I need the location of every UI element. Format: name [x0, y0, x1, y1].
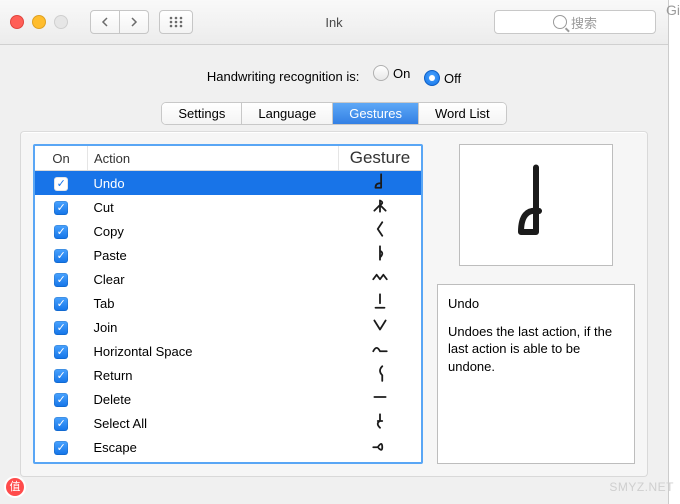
- checkbox[interactable]: ✓: [54, 441, 68, 455]
- gesture-glyph: [339, 339, 422, 363]
- gesture-glyph: [339, 411, 422, 435]
- table-row[interactable]: ✓ Delete: [35, 387, 421, 411]
- gesture-glyph: [339, 291, 422, 315]
- checkbox[interactable]: ✓: [54, 417, 68, 431]
- gesture-description: Undo Undoes the last action, if the last…: [437, 284, 635, 464]
- back-button[interactable]: [90, 10, 120, 34]
- radio-off[interactable]: Off: [424, 70, 461, 86]
- table-row[interactable]: ✓ Join: [35, 315, 421, 339]
- close-icon[interactable]: [10, 15, 24, 29]
- chevron-left-icon: [101, 17, 109, 27]
- table-row[interactable]: ✓ Clear: [35, 267, 421, 291]
- radio-on-label: On: [393, 66, 410, 81]
- gesture-glyph: [339, 219, 422, 243]
- action-label: Tab: [88, 291, 339, 315]
- chevron-right-icon: [130, 17, 138, 27]
- action-label: Delete: [88, 387, 339, 411]
- gesture-description-title: Undo: [448, 295, 624, 313]
- action-label: Join: [88, 315, 339, 339]
- checkbox[interactable]: ✓: [54, 225, 68, 239]
- radio-on[interactable]: On: [373, 65, 410, 81]
- tab-gestures[interactable]: Gestures: [333, 103, 419, 124]
- action-label: Return: [88, 363, 339, 387]
- gesture-glyph: [339, 363, 422, 387]
- table-row[interactable]: ✓ Escape: [35, 435, 421, 459]
- gesture-glyph: [339, 267, 422, 291]
- checkbox[interactable]: ✓: [54, 297, 68, 311]
- checkbox[interactable]: ✓: [54, 321, 68, 335]
- col-header-on[interactable]: On: [35, 146, 88, 171]
- gestures-table-wrap[interactable]: On Action Gesture ✓ Undo ✓ Cut ✓ Copy ✓ Paste ✓ C…: [33, 144, 423, 464]
- table-row[interactable]: ✓ Paste: [35, 243, 421, 267]
- action-label: Clear: [88, 267, 339, 291]
- col-header-gesture[interactable]: Gesture: [339, 146, 422, 171]
- radio-off-label: Off: [444, 71, 461, 86]
- gesture-glyph: [339, 435, 422, 459]
- action-label: Undo: [88, 171, 339, 196]
- table-row[interactable]: ✓ Undo: [35, 171, 421, 196]
- gesture-description-body: Undoes the last action, if the last acti…: [448, 323, 624, 376]
- grid-icon: [169, 16, 183, 28]
- corner-badge: 值: [6, 478, 24, 496]
- checkbox[interactable]: ✓: [54, 393, 68, 407]
- tab-word-list[interactable]: Word List: [419, 103, 506, 124]
- checkbox[interactable]: ✓: [54, 201, 68, 215]
- search-placeholder: 搜索: [571, 13, 597, 32]
- titlebar: Ink 搜索: [0, 0, 668, 45]
- table-row[interactable]: ✓ Return: [35, 363, 421, 387]
- window-controls: [10, 15, 68, 29]
- checkbox[interactable]: ✓: [54, 249, 68, 263]
- search-input[interactable]: 搜索: [494, 10, 656, 34]
- show-all-button[interactable]: [159, 10, 193, 34]
- table-row[interactable]: ✓ Copy: [35, 219, 421, 243]
- nav-buttons: [90, 10, 149, 34]
- search-wrap: 搜索: [494, 10, 656, 34]
- table-row[interactable]: ✓ Select All: [35, 411, 421, 435]
- checkbox[interactable]: ✓: [54, 369, 68, 383]
- tab-settings[interactable]: Settings: [162, 103, 242, 124]
- tabs: SettingsLanguageGesturesWord List: [0, 102, 668, 125]
- detail-column: Undo Undoes the last action, if the last…: [437, 144, 635, 464]
- minimize-icon[interactable]: [32, 15, 46, 29]
- gesture-glyph: [339, 315, 422, 339]
- search-icon: [553, 15, 567, 29]
- checkbox[interactable]: ✓: [54, 345, 68, 359]
- gestures-panel: On Action Gesture ✓ Undo ✓ Cut ✓ Copy ✓ Paste ✓ C…: [20, 131, 648, 477]
- checkbox[interactable]: ✓: [54, 177, 68, 191]
- gesture-glyph: [339, 387, 422, 411]
- preferences-window: Ink 搜索 Handwriting recognition is: On Of…: [0, 0, 669, 504]
- tab-language[interactable]: Language: [242, 103, 333, 124]
- gesture-glyph: [339, 171, 422, 196]
- action-label: Horizontal Space: [88, 339, 339, 363]
- gestures-table: On Action Gesture ✓ Undo ✓ Cut ✓ Copy ✓ Paste ✓ C…: [35, 146, 421, 459]
- handwriting-label: Handwriting recognition is:: [207, 69, 359, 84]
- zoom-icon[interactable]: [54, 15, 68, 29]
- radio-icon: [373, 65, 389, 81]
- action-label: Paste: [88, 243, 339, 267]
- gesture-glyph: [339, 195, 422, 219]
- table-row[interactable]: ✓ Horizontal Space: [35, 339, 421, 363]
- forward-button[interactable]: [120, 10, 149, 34]
- table-row[interactable]: ✓ Cut: [35, 195, 421, 219]
- radio-icon: [424, 70, 440, 86]
- ambient-right: Gi: [666, 2, 680, 18]
- tab-group: SettingsLanguageGesturesWord List: [161, 102, 506, 125]
- action-label: Escape: [88, 435, 339, 459]
- checkbox[interactable]: ✓: [54, 273, 68, 287]
- gesture-glyph: [339, 243, 422, 267]
- action-label: Copy: [88, 219, 339, 243]
- table-row[interactable]: ✓ Tab: [35, 291, 421, 315]
- action-label: Cut: [88, 195, 339, 219]
- action-label: Select All: [88, 411, 339, 435]
- col-header-action[interactable]: Action: [88, 146, 339, 171]
- gesture-preview: [459, 144, 613, 266]
- gesture-preview-icon: [506, 160, 566, 250]
- handwriting-toggle-row: Handwriting recognition is: On Off: [0, 45, 668, 102]
